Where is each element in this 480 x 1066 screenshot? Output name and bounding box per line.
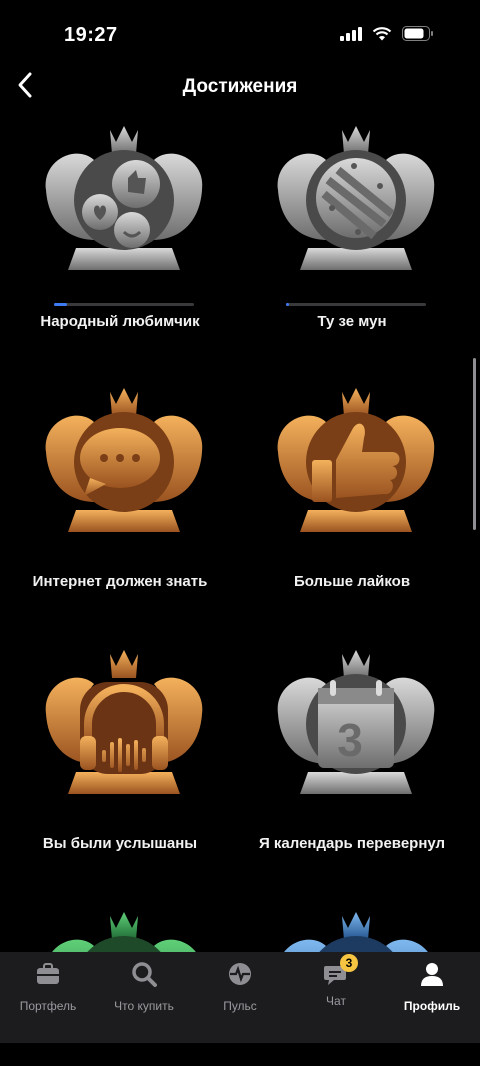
tab-label: Пульс (223, 999, 257, 1013)
achievement-progress (286, 303, 426, 306)
achievement-progress (54, 303, 194, 306)
silver-medal-calendar-icon: 3 (277, 650, 435, 794)
bronze-medal-headphones-icon (45, 650, 203, 794)
achievement-label: Народный любимчик (40, 313, 200, 330)
tab-label: Портфель (19, 999, 77, 1013)
tab-pulse[interactable]: Пульс (192, 960, 288, 1013)
cellular-signal-icon (340, 26, 362, 41)
bronze-medal-thumbs-up-icon (277, 388, 435, 532)
tab-profile[interactable]: Профиль (384, 960, 480, 1013)
briefcase-icon (37, 963, 59, 984)
achievement-label: Вы были услышаны (42, 835, 198, 852)
silver-medal-reactions-icon (45, 126, 203, 270)
wifi-icon (372, 26, 392, 40)
scrollbar[interactable] (473, 358, 476, 530)
tab-label: Что купить (114, 999, 174, 1013)
achievement-label: Интернет должен знать (32, 573, 208, 590)
profile-icon (421, 963, 443, 986)
tab-chat[interactable]: 3 Чат (288, 954, 384, 1008)
tab-label: Профиль (403, 999, 461, 1013)
pulse-icon (229, 963, 251, 985)
tab-bar: Портфель Что купить Пульс 3 Чат Профиль (0, 952, 480, 1043)
achievement-label: Больше лайков (293, 573, 411, 590)
tab-what-to-buy[interactable]: Что купить (96, 960, 192, 1013)
status-time: 19:27 (64, 24, 118, 46)
page-title: Достижения (182, 76, 298, 97)
battery-icon (402, 26, 433, 41)
search-icon (132, 962, 157, 987)
achievement-label: Я календарь перевернул (258, 835, 446, 852)
silver-medal-rocket-icon (277, 126, 435, 270)
tab-label: Чат (326, 994, 346, 1008)
status-bar: 19:27 (0, 0, 480, 70)
nav-bar: Достижения (0, 68, 480, 104)
calendar-number: 3 (337, 714, 363, 766)
chat-unread-badge: 3 (340, 954, 358, 972)
tab-portfolio[interactable]: Портфель (0, 960, 96, 1013)
achievement-label: Ту зе мун (317, 313, 387, 330)
bronze-medal-chat-bubbles-icon (45, 388, 203, 532)
